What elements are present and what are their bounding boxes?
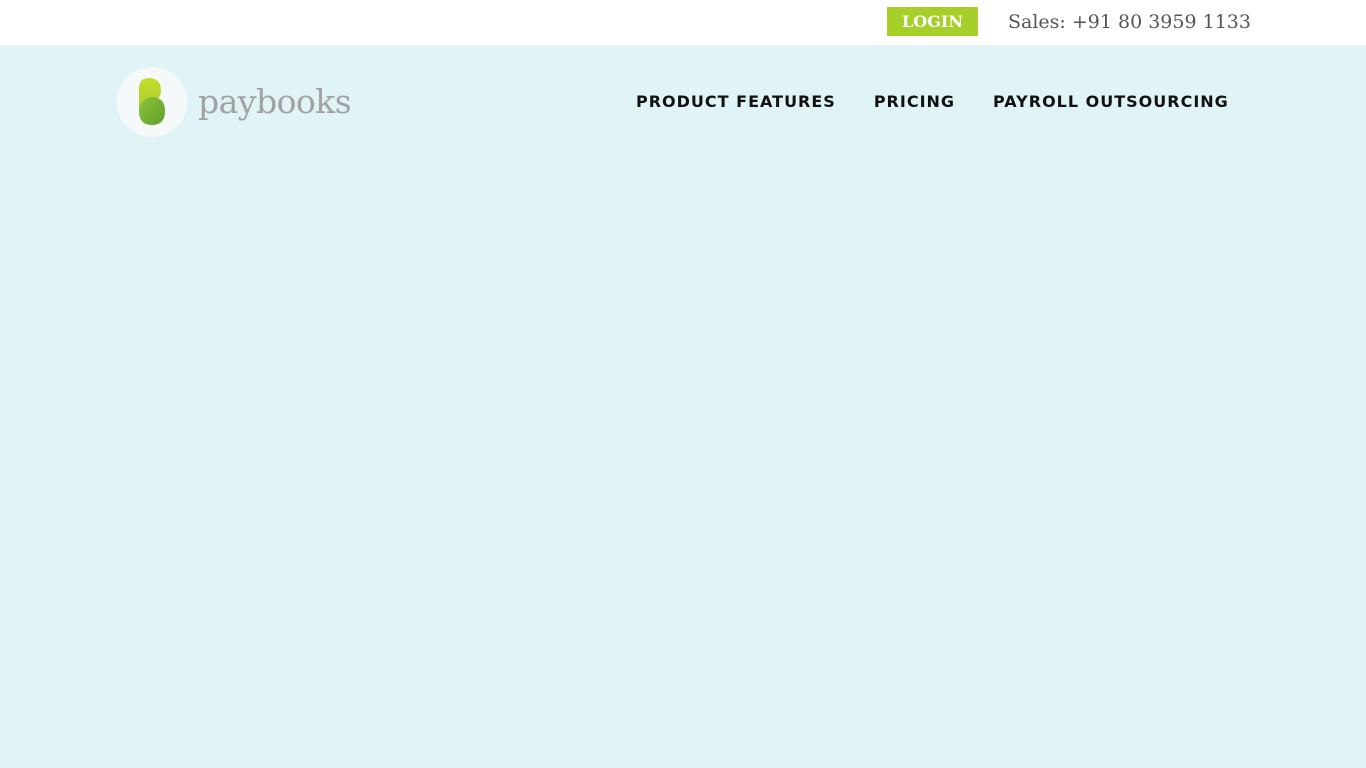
nav-pricing[interactable]: PRICING (874, 92, 955, 111)
login-button[interactable]: LOGIN (887, 7, 978, 36)
sales-phone-number: Sales: +91 80 3959 1133 (1008, 11, 1251, 33)
main-nav: PRODUCT FEATURES PRICING PAYROLL OUTSOUR… (636, 90, 1229, 112)
paybooks-logo[interactable]: paybooks (117, 67, 352, 137)
top-bar: LOGIN Sales: +91 80 3959 1133 (0, 0, 1366, 45)
paybooks-logo-icon (117, 67, 187, 137)
site-header: paybooks PRODUCT FEATURES PRICING PAYROL… (0, 45, 1366, 160)
logo-text: paybooks (198, 82, 352, 121)
nav-payroll-outsourcing[interactable]: PAYROLL OUTSOURCING (993, 92, 1229, 111)
nav-product-features[interactable]: PRODUCT FEATURES (636, 92, 836, 111)
